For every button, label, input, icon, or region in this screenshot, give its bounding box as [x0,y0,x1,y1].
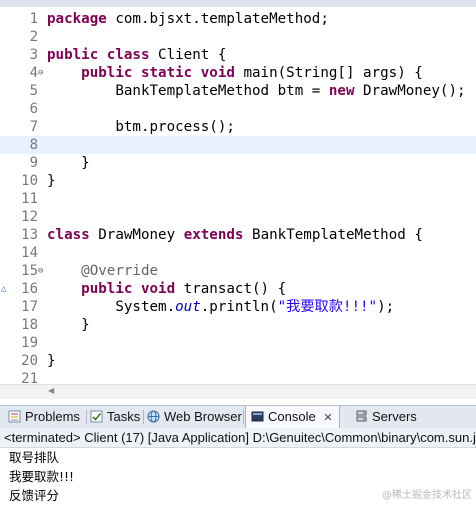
line-number: 15 [21,263,38,279]
line-number: 5 [29,83,38,99]
code-text: btm.process(); [47,119,235,135]
code-text: public class Client { [47,47,227,63]
watermark: @稀土掘金技术社区 [382,490,472,501]
tab-tasks-label: Tasks [107,409,141,424]
code-line[interactable]: 20} [0,352,476,370]
tab-web-browser-label: Web Browser [164,409,242,424]
code-text: } [47,353,56,369]
line-number: 6 [29,101,38,117]
line-number: 13 [21,227,38,243]
code-text: } [47,173,56,189]
tab-problems[interactable]: Problems [8,406,80,428]
code-line[interactable]: 17 System.out.println("我要取款!!!"); [0,298,476,316]
code-text: @Override [81,263,159,279]
console-line: 我要取款!!! [9,469,75,484]
line-number: 16 [21,281,38,297]
tab-problems-label: Problems [25,409,80,424]
line-number: 12 [21,209,38,225]
line-number: 3 [29,47,38,63]
code-line[interactable]: 1 package com.bjsxt.templateMethod; [0,10,476,28]
problems-icon [8,408,21,423]
code-line[interactable]: 15 ⊖ @Override [0,262,476,280]
code-text: } [47,317,90,333]
line-number: 8 [29,137,38,153]
code-editor[interactable]: 1 package com.bjsxt.templateMethod; 2 3 publ… [0,7,476,393]
code-text: } [47,155,90,171]
tab-divider [86,410,87,424]
code-line[interactable]: 16 △ public void transact() { [0,280,476,298]
line-number: 7 [29,119,38,135]
code-line[interactable]: 5 BankTemplateMethod btm = new DrawMoney… [0,82,476,100]
console-line: 反馈评分 [9,488,60,503]
console-status-line: <terminated> Client (17) [Java Applicati… [0,428,476,448]
scroll-left-arrow-icon[interactable]: ◀ [48,386,54,395]
tab-divider [143,410,144,424]
tab-console-label: Console [268,409,316,424]
line-number: 9 [29,155,38,171]
fold-toggle-icon[interactable]: ⊖ [38,64,43,82]
line-number: 1 [29,11,38,27]
tab-servers-label: Servers [372,409,417,424]
line-number: 18 [21,317,38,333]
code-line[interactable]: 19 [0,334,476,352]
code-line[interactable]: 9 } [0,154,476,172]
tab-tasks[interactable]: Tasks [90,406,140,428]
code-line[interactable]: 6 [0,100,476,118]
code-line[interactable]: 3 public class Client { [0,46,476,64]
view-tabs-bar: Problems Tasks Web Browser Console ✕ Ser… [0,405,476,429]
console-line: 取号排队 [9,450,60,465]
line-number: 14 [21,245,38,261]
console-output[interactable]: 取号排队 我要取款!!! 反馈评分 @稀土掘金技术社区 [0,448,476,507]
line-number: 2 [29,29,38,45]
tab-servers[interactable]: Servers [355,406,417,428]
code-line[interactable]: 2 [0,28,476,46]
tab-console[interactable]: Console ✕ [245,406,340,428]
code-text: public void transact() { [81,281,287,297]
code-text: System.out.println("我要取款!!!"); [47,299,395,315]
close-icon[interactable]: ✕ [323,411,332,424]
code-line[interactable]: 18 } [0,316,476,334]
code-text: BankTemplateMethod btm = new DrawMoney()… [47,83,466,99]
code-line[interactable]: 14 [0,244,476,262]
line-number: 4 [29,65,38,81]
tab-web-browser[interactable]: Web Browser [147,406,242,428]
line-number: 20 [21,353,38,369]
code-text: package com.bjsxt.templateMethod; [47,11,329,27]
servers-icon [355,408,368,422]
code-line[interactable]: 12 [0,208,476,226]
line-number: 17 [21,299,38,315]
code-line[interactable]: 10} [0,172,476,190]
line-number: 19 [21,335,38,351]
code-line[interactable]: 7 btm.process(); [0,118,476,136]
code-text: class DrawMoney extends BankTemplateMeth… [47,227,423,243]
line-number: 11 [21,191,38,207]
code-line[interactable]: 13 class DrawMoney extends BankTemplateMe… [0,226,476,244]
tasks-icon [90,408,103,423]
web-browser-icon [147,408,160,423]
fold-toggle-icon[interactable]: ⊖ [38,262,43,280]
override-marker-icon: △ [1,284,7,294]
code-text: public static void main(String[] args) { [81,65,423,81]
tab-divider [243,410,244,424]
code-line[interactable]: 4 ⊖ public static void main(String[] args… [0,64,476,82]
horizontal-scrollbar[interactable]: ◀ [0,384,476,399]
code-line[interactable]: 8 [0,136,476,154]
code-line[interactable]: 11 [0,190,476,208]
console-icon [251,408,264,422]
line-number: 10 [21,173,38,189]
